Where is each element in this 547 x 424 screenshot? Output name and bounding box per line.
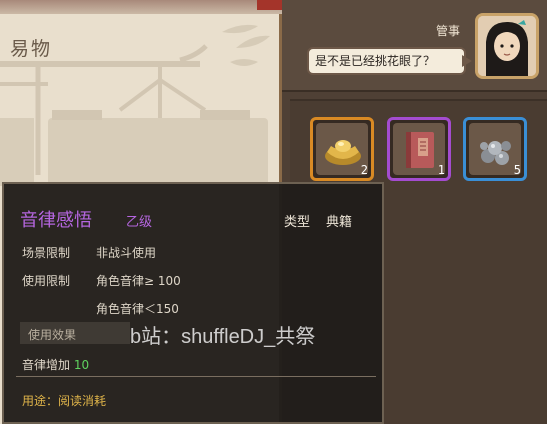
npc-avatar-icon (478, 16, 536, 76)
item-name: 音律感悟 (20, 210, 92, 231)
tooltip-divider (16, 376, 376, 377)
item-count: 5 (513, 163, 521, 177)
effect-line: 音律增加 10 (22, 356, 89, 373)
watermark: b站：shuffleDJ_共祭 (130, 326, 316, 348)
item-grade: 乙级 (126, 215, 153, 230)
use-requirement-max: 角色音律＜150 (96, 302, 179, 316)
item-type-value: 典籍 (326, 215, 353, 230)
effect-label: 使用效果 (28, 328, 77, 342)
npc-name: 管事 (436, 24, 461, 38)
speech-bubble-tail (462, 55, 472, 67)
item-count: 1 (437, 163, 445, 177)
npc-portrait[interactable] (475, 13, 539, 79)
effect-text: 音律增加 (22, 358, 71, 372)
item-tooltip: 音律感悟 乙级 类型 典籍 场景限制 非战斗使用 使用限制 角色音律≥ 100 … (2, 182, 384, 424)
use-requirement-min: 角色音律≥ 100 (96, 274, 181, 288)
use-limit-label: 使用限制 (22, 274, 71, 288)
item-usage: 用途：阅读消耗 (22, 394, 107, 408)
scene-limit-label: 场景限制 (22, 246, 71, 260)
inventory-slot-gold[interactable]: 2 (310, 117, 374, 181)
scene-limit-value: 非战斗使用 (96, 246, 157, 260)
item-count: 2 (360, 163, 368, 177)
inventory-slot-ore[interactable]: 5 (463, 117, 527, 181)
inventory-slot-book[interactable]: 1 (387, 117, 451, 181)
item-type-label: 类型 (284, 215, 311, 230)
panel-title: 易物 (10, 38, 53, 60)
npc-speech-bubble: 是不是已经挑花眼了？ (307, 47, 466, 75)
effect-value: 10 (73, 358, 90, 372)
